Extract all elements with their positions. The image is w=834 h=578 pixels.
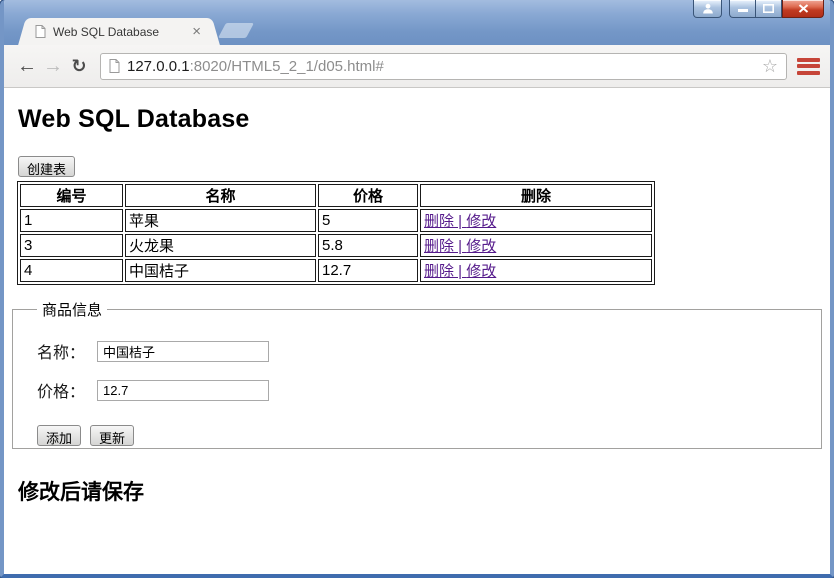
- header-price: 价格: [318, 184, 418, 207]
- action-separator: |: [454, 263, 467, 280]
- table-row: 4 中国桔子 12.7 删除 | 修改: [20, 259, 652, 282]
- table-header-row: 编号 名称 价格 删除: [20, 184, 652, 207]
- forward-icon[interactable]: →: [40, 56, 66, 76]
- cell-id: 3: [20, 234, 123, 257]
- cell-name: 苹果: [125, 209, 316, 232]
- browser-tab[interactable]: Web SQL Database ×: [28, 18, 210, 45]
- back-icon[interactable]: ←: [14, 56, 40, 76]
- name-field-row: 名称：: [37, 339, 811, 363]
- action-separator: |: [454, 213, 467, 230]
- cell-name: 中国桔子: [125, 259, 316, 282]
- action-separator: |: [454, 238, 467, 255]
- page-title: Web SQL Database: [18, 105, 250, 133]
- delete-link[interactable]: 删除: [424, 263, 454, 280]
- page-doc-icon: [35, 25, 46, 38]
- update-button[interactable]: 更新: [90, 425, 135, 446]
- edit-link[interactable]: 修改: [466, 238, 496, 255]
- cell-price: 5.8: [318, 234, 418, 257]
- delete-link[interactable]: 删除: [424, 238, 454, 255]
- bookmark-star-icon[interactable]: ☆: [762, 57, 778, 75]
- window-controls: [693, 0, 824, 18]
- edit-link[interactable]: 修改: [466, 263, 496, 280]
- cell-id: 1: [20, 209, 123, 232]
- new-tab-button[interactable]: [218, 23, 254, 38]
- form-buttons-row: 添加 更新: [37, 425, 811, 446]
- edit-link[interactable]: 修改: [466, 213, 496, 230]
- minimize-icon: [737, 4, 748, 13]
- table-row: 1 苹果 5 删除 | 修改: [20, 209, 652, 232]
- fieldset-legend: 商品信息: [42, 302, 103, 319]
- refresh-icon[interactable]: ↻: [66, 57, 92, 75]
- name-label: 名称：: [37, 345, 86, 362]
- cell-name: 火龙果: [125, 234, 316, 257]
- close-x-icon: [798, 4, 809, 13]
- cell-actions: 删除 | 修改: [420, 209, 652, 232]
- browser-window: Web SQL Database × ← → ↻ 127.0.0.1:8020/…: [0, 0, 834, 578]
- price-label: 价格：: [37, 384, 86, 401]
- tab-close-icon[interactable]: ×: [190, 24, 203, 39]
- create-table-button[interactable]: 创建表: [18, 156, 76, 177]
- url-path: :8020/HTML5_2_1/d05.html#: [189, 57, 384, 75]
- url-doc-icon: [109, 59, 120, 73]
- close-button[interactable]: [782, 0, 824, 18]
- create-table-row: 创建表: [18, 156, 822, 179]
- menu-icon[interactable]: [797, 57, 820, 75]
- maximize-button[interactable]: [755, 0, 782, 18]
- url-host: 127.0.0.1: [127, 57, 190, 75]
- price-input[interactable]: [97, 379, 269, 401]
- cell-actions: 删除 | 修改: [420, 259, 652, 282]
- add-button[interactable]: 添加: [37, 425, 82, 446]
- minimize-button[interactable]: [729, 0, 755, 18]
- page-content: Web SQL Database 创建表 编号 名称 价格 删除 1 苹果 5 …: [4, 88, 830, 574]
- save-note-heading: 修改后请保存: [18, 481, 144, 504]
- delete-link[interactable]: 删除: [424, 213, 454, 230]
- product-info-fieldset: 商品信息 名称： 价格： 添加 更新: [12, 299, 822, 449]
- table-row: 3 火龙果 5.8 删除 | 修改: [20, 234, 652, 257]
- header-id: 编号: [20, 184, 123, 207]
- url-text: 127.0.0.1:8020/HTML5_2_1/d05.html#: [127, 58, 384, 75]
- cell-actions: 删除 | 修改: [420, 234, 652, 257]
- products-table: 编号 名称 价格 删除 1 苹果 5 删除 | 修改 3 火龙果 5.8 删除 …: [17, 181, 655, 285]
- address-bar[interactable]: 127.0.0.1:8020/HTML5_2_1/d05.html# ☆: [100, 52, 787, 80]
- cell-price: 5: [318, 209, 418, 232]
- name-input[interactable]: [97, 340, 269, 362]
- browser-toolbar: ← → ↻ 127.0.0.1:8020/HTML5_2_1/d05.html#…: [4, 45, 830, 88]
- maximize-icon: [763, 4, 774, 13]
- profile-avatar-button[interactable]: [693, 0, 722, 18]
- price-field-row: 价格：: [37, 378, 811, 402]
- header-name: 名称: [125, 184, 316, 207]
- cell-price: 12.7: [318, 259, 418, 282]
- header-delete: 删除: [420, 184, 652, 207]
- person-icon: [702, 3, 714, 14]
- tab-title: Web SQL Database: [53, 24, 160, 39]
- titlebar: Web SQL Database ×: [4, 0, 830, 45]
- cell-id: 4: [20, 259, 123, 282]
